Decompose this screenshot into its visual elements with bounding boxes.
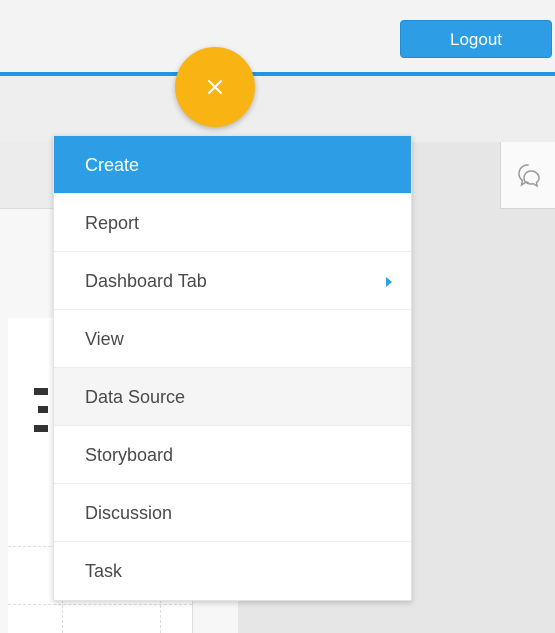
partial-number-glyph — [34, 388, 48, 432]
menu-item-report[interactable]: Report — [54, 194, 411, 252]
discussion-icon — [517, 164, 540, 188]
grid-guide — [8, 604, 192, 605]
menu-item-label: Dashboard Tab — [85, 271, 207, 291]
chevron-right-icon — [386, 277, 392, 287]
menu-item-dashboard-tab[interactable]: Dashboard Tab — [54, 252, 411, 310]
menu-item-task[interactable]: Task — [54, 542, 411, 600]
logout-button[interactable]: Logout — [400, 20, 552, 58]
close-menu-button[interactable] — [175, 47, 255, 127]
menu-header-create[interactable]: Create — [54, 136, 411, 194]
create-menu: Create Report Dashboard Tab View Data So… — [53, 135, 412, 601]
menu-item-discussion[interactable]: Discussion — [54, 484, 411, 542]
menu-item-storyboard[interactable]: Storyboard — [54, 426, 411, 484]
menu-item-data-source[interactable]: Data Source — [54, 368, 411, 426]
discussion-tool-button[interactable] — [500, 142, 555, 209]
menu-item-view[interactable]: View — [54, 310, 411, 368]
sub-toolbar — [0, 76, 555, 143]
close-icon — [208, 80, 222, 94]
